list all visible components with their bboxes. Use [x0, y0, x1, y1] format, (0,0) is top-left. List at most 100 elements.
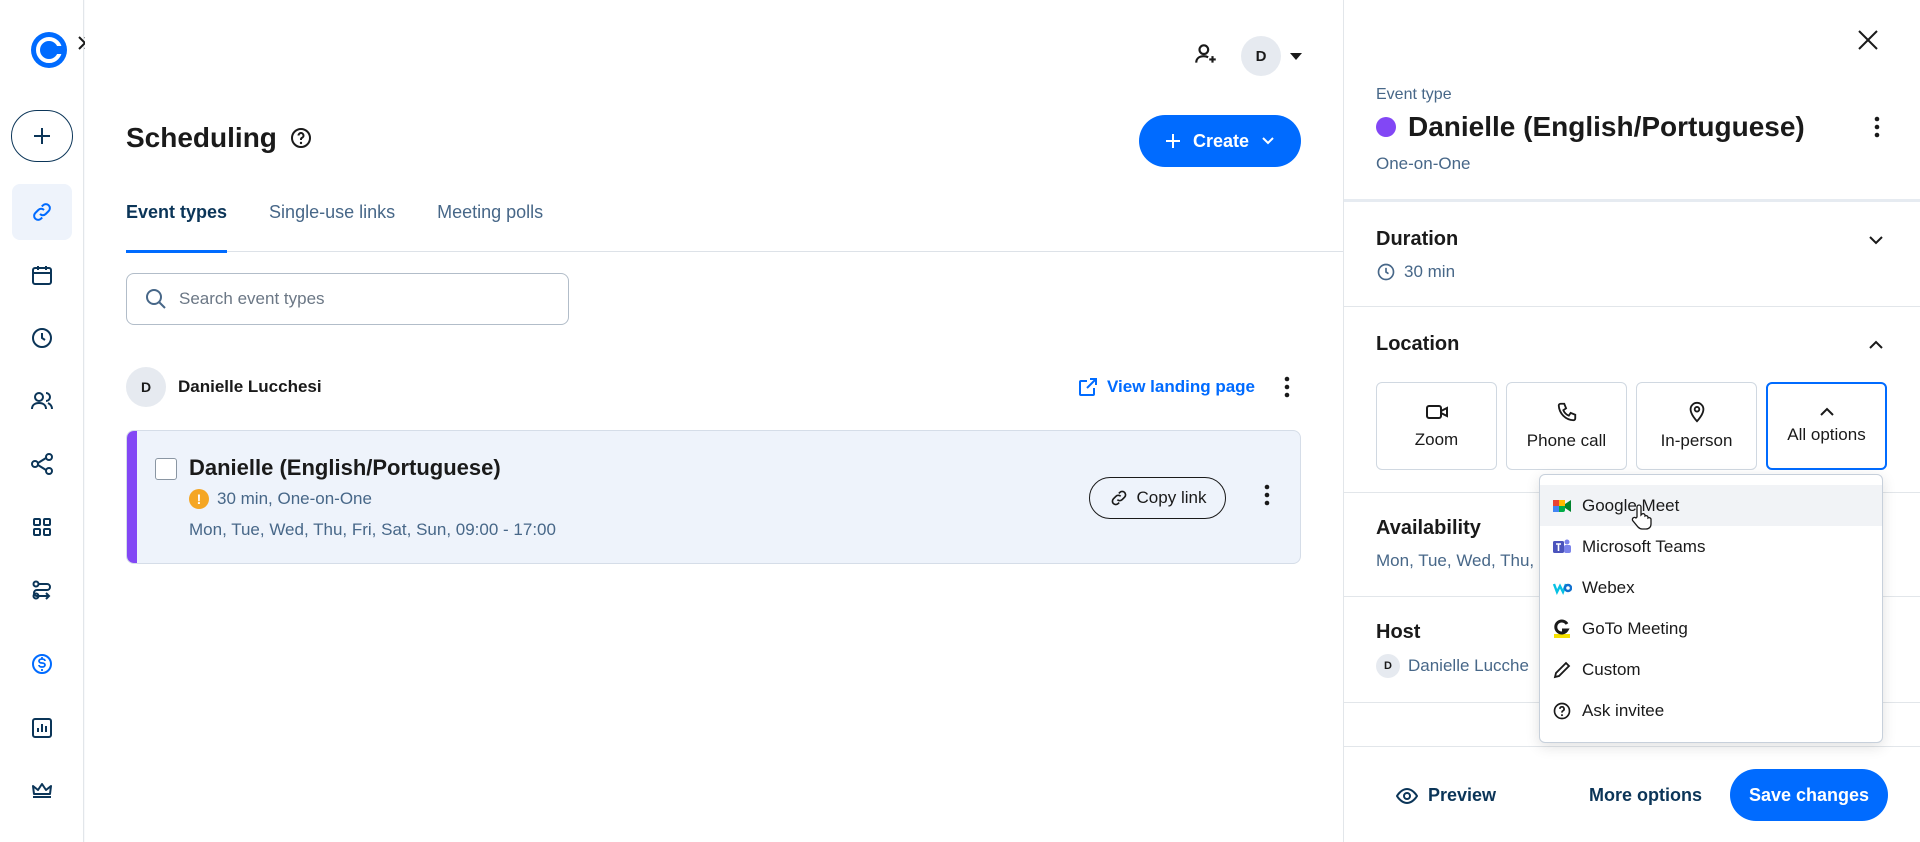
panel-footer: Preview More options Save changes: [1344, 746, 1920, 842]
owner-row: D Danielle Lucchesi View landing page: [126, 366, 1301, 408]
page-title-text: Scheduling: [126, 122, 277, 153]
copy-link-button[interactable]: Copy link: [1089, 477, 1226, 519]
host-name: Danielle Lucche: [1408, 656, 1529, 675]
rail-calendar-icon[interactable]: [12, 247, 72, 303]
owner-name: Danielle Lucchesi: [178, 377, 322, 396]
event-title: Danielle (English/Portuguese): [189, 455, 501, 480]
rail-apps-icon[interactable]: [12, 499, 72, 555]
caret-down-icon: [1290, 53, 1302, 60]
goto-icon: [1552, 619, 1572, 639]
host-avatar: D: [1376, 654, 1400, 678]
event-checkbox[interactable]: [155, 458, 177, 480]
left-rail: [0, 0, 93, 842]
copy-link-label: Copy link: [1136, 488, 1207, 507]
plus-icon: [1165, 134, 1180, 148]
host-heading: Host: [1376, 621, 1421, 643]
link-icon: [1111, 490, 1126, 506]
dropdown-item-goto-meeting[interactable]: GoTo Meeting: [1540, 608, 1882, 649]
chevron-down-icon[interactable]: [1868, 232, 1884, 250]
location-all-options-button[interactable]: All options: [1766, 382, 1887, 470]
location-dropdown: Google Meet Microsoft Teams Webex GoTo M…: [1539, 474, 1883, 743]
rail-people-icon[interactable]: [12, 373, 72, 429]
location-zoom-button[interactable]: Zoom: [1376, 382, 1497, 470]
external-link-icon: [1079, 378, 1097, 396]
owner-more-icon[interactable]: [1273, 373, 1301, 401]
webex-icon: [1552, 578, 1572, 598]
rail-analytics-icon[interactable]: [12, 700, 72, 756]
event-type-label: Event type: [1376, 86, 1452, 103]
calendly-logo-icon[interactable]: [29, 30, 69, 70]
location-phone-button[interactable]: Phone call: [1506, 382, 1627, 470]
webex-label: Webex: [1582, 577, 1635, 597]
dropdown-item-webex[interactable]: Webex: [1540, 567, 1882, 608]
view-landing-page-label: View landing page: [1107, 377, 1255, 396]
phone-icon: [1557, 402, 1576, 422]
main-content: D Scheduling Create Event types Single-u…: [85, 0, 1343, 842]
pin-icon: [1689, 401, 1704, 423]
account-menu[interactable]: D: [1241, 36, 1303, 76]
ask-invitee-label: Ask invitee: [1582, 700, 1665, 720]
duration-section[interactable]: Duration 30 min: [1344, 202, 1920, 307]
question-icon: [1552, 701, 1572, 721]
microsoft-teams-label: Microsoft Teams: [1582, 536, 1706, 556]
rail-routing-icon[interactable]: [12, 562, 72, 618]
event-subtitle: One-on-One: [1376, 154, 1471, 173]
chevron-up-icon[interactable]: [1868, 337, 1884, 355]
location-in-person-button[interactable]: In-person: [1636, 382, 1757, 470]
availability-value: Mon, Tue, Wed, Thu,: [1376, 551, 1535, 570]
chevron-up-icon: [1819, 407, 1834, 416]
event-meta: ! 30 min, One-on-One: [189, 489, 372, 509]
google-meet-icon: [1552, 496, 1572, 516]
event-more-icon[interactable]: [1264, 484, 1270, 511]
event-days: Mon, Tue, Wed, Thu, Fri, Sat, Sun, 09:00…: [189, 520, 556, 539]
view-landing-page-link[interactable]: View landing page: [1077, 376, 1255, 398]
invite-user-icon[interactable]: [1193, 41, 1219, 72]
duration-text: 30 min: [1404, 262, 1456, 281]
save-changes-button[interactable]: Save changes: [1730, 769, 1888, 821]
rail-clock-icon[interactable]: [12, 310, 72, 366]
create-label: Create: [1192, 130, 1250, 151]
page-title: Scheduling: [126, 122, 313, 154]
create-plus-button[interactable]: [11, 110, 73, 162]
dropdown-item-custom[interactable]: Custom: [1540, 649, 1882, 690]
pencil-icon: [1552, 660, 1572, 680]
dropdown-item-google-meet[interactable]: Google Meet: [1540, 485, 1882, 526]
rail-workflow-icon[interactable]: [12, 436, 72, 492]
more-options-button[interactable]: More options: [1589, 785, 1702, 806]
event-meta-text: 30 min, One-on-One: [217, 489, 372, 508]
search-icon: [146, 289, 166, 309]
duration-value: 30 min: [1376, 262, 1455, 282]
search-box: [126, 273, 569, 325]
panel-more-icon[interactable]: [1874, 116, 1880, 143]
event-type-card[interactable]: Danielle (English/Portuguese) ! 30 min, …: [126, 430, 1301, 564]
video-icon: [1425, 405, 1448, 419]
preview-button[interactable]: Preview: [1396, 785, 1496, 806]
close-icon[interactable]: [1856, 28, 1880, 57]
teams-icon: [1552, 537, 1572, 557]
clock-icon: [1377, 263, 1395, 281]
tab-meeting-polls[interactable]: Meeting polls: [437, 196, 543, 252]
rail-link-icon[interactable]: [12, 184, 72, 240]
location-all-options-label: All options: [1787, 425, 1866, 444]
host-value: D Danielle Lucche: [1376, 654, 1529, 678]
rail-crown-icon[interactable]: [12, 763, 72, 819]
dropdown-item-ask-invitee[interactable]: Ask invitee: [1540, 690, 1882, 731]
event-color-dot: [1376, 117, 1396, 137]
location-options: Zoom Phone call In-person All options: [1376, 382, 1887, 470]
custom-label: Custom: [1582, 659, 1641, 679]
hand-cursor-icon: [1630, 504, 1652, 535]
tab-single-use-links[interactable]: Single-use links: [269, 196, 395, 252]
chevron-down-icon: [1262, 137, 1274, 145]
rail-dollar-icon[interactable]: [12, 636, 72, 692]
goto-meeting-label: GoTo Meeting: [1582, 618, 1688, 638]
search-input[interactable]: [179, 289, 539, 309]
help-icon[interactable]: [289, 126, 313, 150]
panel-event-title-text: Danielle (English/Portuguese): [1408, 111, 1805, 142]
location-in-person-label: In-person: [1660, 431, 1733, 450]
tab-event-types[interactable]: Event types: [126, 196, 228, 253]
location-phone-label: Phone call: [1526, 431, 1607, 450]
owner-avatar: D: [126, 367, 166, 407]
dropdown-item-microsoft-teams[interactable]: Microsoft Teams: [1540, 526, 1882, 567]
duration-heading: Duration: [1376, 228, 1459, 250]
create-button[interactable]: Create: [1139, 115, 1301, 167]
